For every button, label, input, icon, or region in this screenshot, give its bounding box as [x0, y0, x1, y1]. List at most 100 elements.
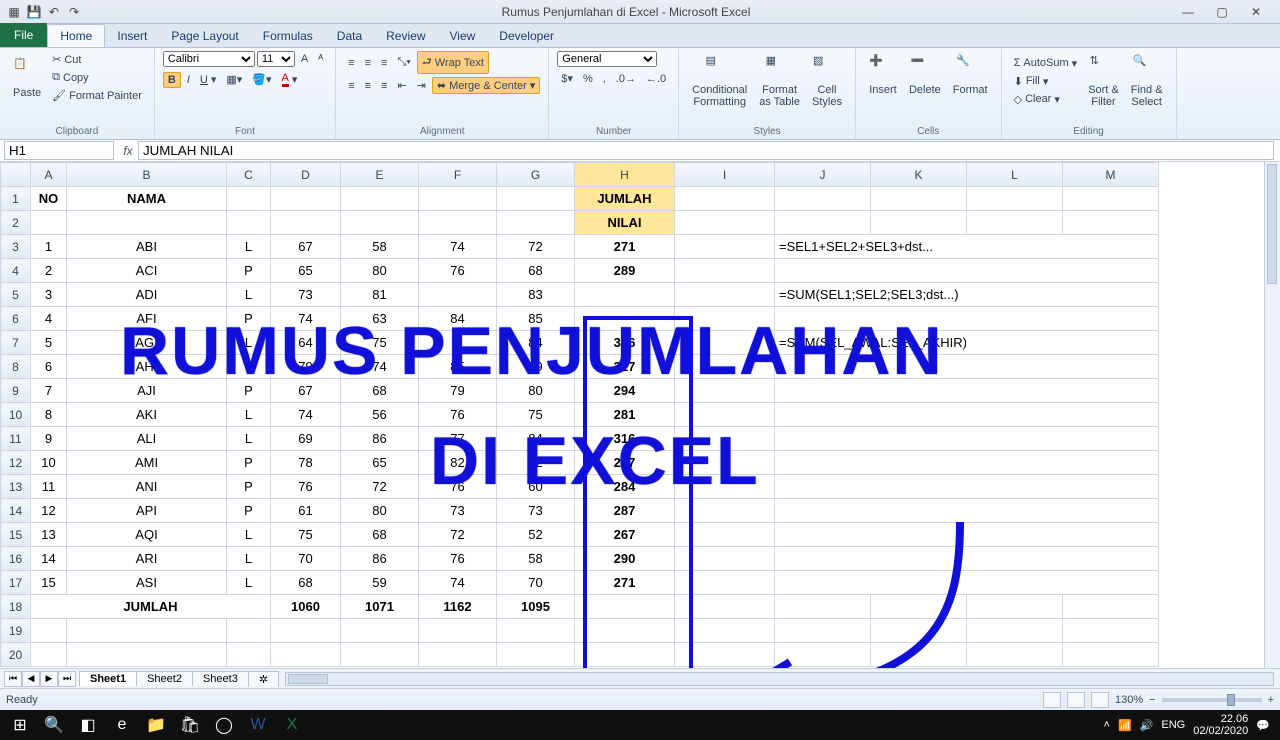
cell[interactable]: L — [227, 403, 271, 427]
close-icon[interactable]: ✕ — [1242, 5, 1270, 19]
cell[interactable]: 63 — [341, 307, 419, 331]
cell[interactable]: 80 — [341, 499, 419, 523]
task-view-icon[interactable]: ◧ — [72, 711, 104, 739]
cell[interactable]: L — [227, 235, 271, 259]
cell[interactable]: 7 — [31, 379, 67, 403]
cell[interactable] — [775, 211, 871, 235]
row-header-3[interactable]: 3 — [1, 235, 31, 259]
insert-cells-button[interactable]: ➕Insert — [864, 51, 902, 99]
chrome-icon[interactable]: ◯ — [208, 711, 240, 739]
sheet-tab-1[interactable]: Sheet1 — [79, 671, 137, 686]
store-icon[interactable]: 🛍 — [174, 711, 206, 739]
cell[interactable]: 284 — [575, 475, 675, 499]
cell[interactable]: 75 — [271, 523, 341, 547]
cell[interactable] — [775, 499, 1159, 523]
accounting-button[interactable]: $▾ — [557, 70, 577, 87]
cell[interactable]: 72 — [497, 235, 575, 259]
cell[interactable] — [775, 523, 1159, 547]
cell[interactable]: 64 — [271, 331, 341, 355]
cell[interactable] — [775, 259, 1159, 283]
row-header-11[interactable]: 11 — [1, 427, 31, 451]
cell[interactable]: AQI — [67, 523, 227, 547]
view-pagebreak-button[interactable] — [1091, 692, 1109, 708]
italic-button[interactable]: I — [183, 72, 194, 88]
shrink-font-button[interactable]: ᴬ — [314, 51, 327, 67]
cell[interactable]: 72 — [419, 523, 497, 547]
cell[interactable] — [675, 499, 775, 523]
tab-insert[interactable]: Insert — [105, 25, 159, 47]
cell[interactable] — [1063, 595, 1159, 619]
cell[interactable] — [675, 427, 775, 451]
cell[interactable]: 82 — [419, 451, 497, 475]
cell[interactable]: =SEL1+SEL2+SEL3+dst... — [775, 235, 1159, 259]
cell[interactable] — [775, 427, 1159, 451]
wifi-icon[interactable]: 📶 — [1118, 719, 1132, 732]
cell[interactable]: 15 — [31, 571, 67, 595]
cell[interactable] — [271, 211, 341, 235]
align-middle-button[interactable]: ≡ — [361, 55, 375, 71]
format-as-table-button[interactable]: ▦Format as Table — [754, 51, 805, 111]
cell[interactable]: 59 — [341, 571, 419, 595]
cell[interactable]: L — [227, 547, 271, 571]
formula-bar[interactable] — [138, 141, 1274, 160]
view-pagelayout-button[interactable] — [1067, 692, 1085, 708]
cell[interactable] — [1063, 643, 1159, 667]
cell[interactable]: 316 — [575, 427, 675, 451]
cell-styles-button[interactable]: ▧Cell Styles — [807, 51, 847, 111]
cell[interactable] — [871, 595, 967, 619]
cell[interactable]: 68 — [341, 379, 419, 403]
tab-page-layout[interactable]: Page Layout — [159, 25, 250, 47]
format-cells-button[interactable]: 🔧Format — [948, 51, 993, 99]
cell[interactable]: 74 — [419, 235, 497, 259]
cell[interactable]: AHI — [67, 355, 227, 379]
cell[interactable] — [675, 307, 775, 331]
search-icon[interactable]: 🔍 — [38, 711, 70, 739]
cell[interactable] — [675, 211, 775, 235]
decrease-decimal-button[interactable]: ←.0 — [642, 71, 670, 87]
cell[interactable]: P — [227, 307, 271, 331]
sheet-tab-3[interactable]: Sheet3 — [192, 671, 249, 686]
decrease-indent-button[interactable]: ⇤ — [393, 77, 410, 94]
percent-button[interactable]: % — [579, 71, 597, 87]
cell[interactable]: 14 — [31, 547, 67, 571]
cell[interactable] — [871, 187, 967, 211]
row-header-17[interactable]: 17 — [1, 571, 31, 595]
row-header-16[interactable]: 16 — [1, 547, 31, 571]
cell[interactable] — [775, 451, 1159, 475]
maximize-icon[interactable]: ▢ — [1208, 5, 1236, 19]
redo-icon[interactable]: ↷ — [66, 4, 82, 20]
row-header-5[interactable]: 5 — [1, 283, 31, 307]
tab-data[interactable]: Data — [325, 25, 374, 47]
cell[interactable]: 68 — [341, 523, 419, 547]
cell[interactable]: 77 — [419, 427, 497, 451]
cell[interactable]: 79 — [271, 355, 341, 379]
tab-home[interactable]: Home — [47, 24, 105, 47]
cell[interactable] — [775, 187, 871, 211]
cell[interactable]: 10 — [31, 451, 67, 475]
cell[interactable]: 3 — [31, 283, 67, 307]
cell[interactable] — [497, 619, 575, 643]
cell[interactable]: L — [227, 331, 271, 355]
cell[interactable]: 74 — [271, 307, 341, 331]
cell[interactable] — [775, 643, 871, 667]
tab-file[interactable]: File — [0, 23, 47, 47]
cell[interactable] — [575, 643, 675, 667]
row-header-15[interactable]: 15 — [1, 523, 31, 547]
cell[interactable]: L — [227, 523, 271, 547]
col-header-J[interactable]: J — [775, 163, 871, 187]
row-header-13[interactable]: 13 — [1, 475, 31, 499]
cell[interactable]: 1060 — [271, 595, 341, 619]
autosum-button[interactable]: ΣAutoSum▾ — [1010, 55, 1082, 72]
cell[interactable] — [871, 211, 967, 235]
border-button[interactable]: ▦▾ — [222, 71, 246, 88]
cell[interactable]: P — [227, 259, 271, 283]
edge-icon[interactable]: e — [106, 711, 138, 739]
cell[interactable] — [271, 643, 341, 667]
row-header-7[interactable]: 7 — [1, 331, 31, 355]
cell[interactable] — [31, 211, 67, 235]
col-header-H[interactable]: H — [575, 163, 675, 187]
format-painter-button[interactable]: 🖌Format Painter — [48, 87, 146, 104]
cell[interactable]: 68 — [271, 571, 341, 595]
cell[interactable]: 1095 — [497, 595, 575, 619]
sheet-nav-prev[interactable]: ◀ — [22, 671, 40, 687]
